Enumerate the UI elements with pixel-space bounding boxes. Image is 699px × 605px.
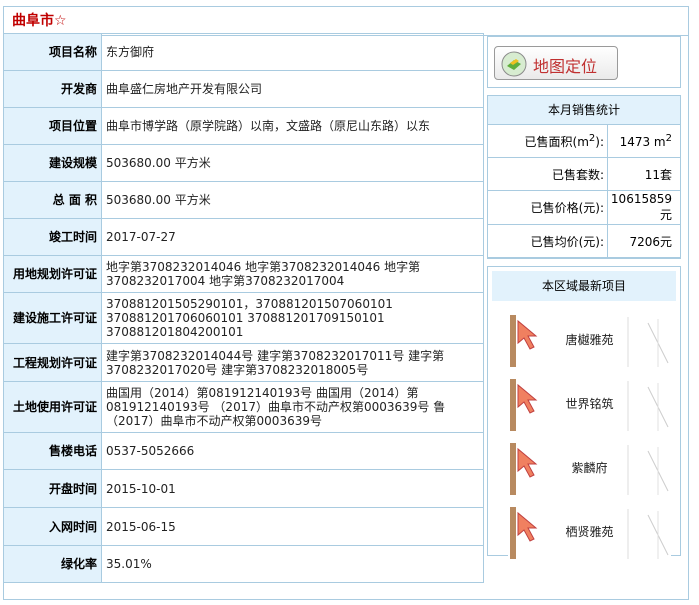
row-label: 用地规划许可证 xyxy=(3,255,102,293)
table-row: 已售套数: 11套 xyxy=(488,157,680,191)
table-row: 已售均价(元): 7206元 xyxy=(488,224,680,258)
row-label: 开发商 xyxy=(3,70,102,108)
row-value: 370881201505290101，370881201507060101 37… xyxy=(101,292,484,344)
row-value: 建字第3708232014044号 建字第3708232017011号 建字第3… xyxy=(101,343,484,382)
sold-area-value: 1473 m xyxy=(619,135,666,149)
row-label: 建设施工许可证 xyxy=(3,292,102,344)
map-location-icon xyxy=(501,51,527,77)
star-icon: ☆ xyxy=(54,13,67,29)
sup-2: 2 xyxy=(665,133,672,144)
table-row: 总 面 积 503680.00 平方米 xyxy=(3,181,484,219)
map-location-button[interactable]: 地图定位 xyxy=(494,46,618,80)
row-value: 0537-5052666 xyxy=(101,432,484,470)
table-row: 项目名称 东方御府 xyxy=(3,33,484,71)
row-label: 工程规划许可证 xyxy=(3,343,102,382)
row-label: 竣工时间 xyxy=(3,218,102,256)
row-label: 项目名称 xyxy=(3,33,102,71)
table-row: 开发商 曲阜盛仁房地产开发有限公司 xyxy=(3,70,484,108)
row-value: 地字第3708232014046 地字第3708232014046 地字第370… xyxy=(101,255,484,293)
table-row: 已售价格(元): 10615859元 xyxy=(488,190,680,225)
row-label: 总 面 积 xyxy=(3,181,102,219)
city-name: 曲阜市 xyxy=(12,13,54,29)
row-label: 开盘时间 xyxy=(3,469,102,508)
sold-price-label: 已售价格(元): xyxy=(488,190,608,225)
row-value: 曲阜盛仁房地产开发有限公司 xyxy=(101,70,484,108)
map-location-label: 地图定位 xyxy=(533,57,598,76)
latest-projects-title: 本区域最新项目 xyxy=(492,271,676,301)
avg-price-label: 已售均价(元): xyxy=(488,224,608,258)
table-row: 售楼电话 0537-5052666 xyxy=(3,432,484,470)
project-thumbnail[interactable]: 唐樾雅苑 xyxy=(508,313,671,371)
latest-projects-box: 本区域最新项目 唐樾雅苑 世界铭筑 紫麟府 栖贤雅苑 xyxy=(487,266,681,563)
sold-area-label: 已售面积(m xyxy=(524,134,589,149)
table-row: 入网时间 2015-06-15 xyxy=(3,507,484,546)
row-label: 入网时间 xyxy=(3,507,102,546)
row-value: 曲阜市博学路（原学院路）以南，文盛路（原尼山东路）以东 xyxy=(101,107,484,145)
row-value: 东方御府 xyxy=(101,33,484,71)
project-name: 世界铭筑 xyxy=(565,397,614,411)
table-row: 用地规划许可证 地字第3708232014046 地字第3708232014046… xyxy=(3,255,484,293)
row-value: 35.01% xyxy=(101,545,484,583)
table-row: 建设规模 503680.00 平方米 xyxy=(3,144,484,182)
table-row: 已售面积(m2): 1473 m2 xyxy=(488,125,680,158)
row-value: 2017-07-27 xyxy=(101,218,484,256)
table-row: 项目位置 曲阜市博学路（原学院路）以南，文盛路（原尼山东路）以东 xyxy=(3,107,484,145)
row-value: 2015-10-01 xyxy=(101,469,484,508)
monthly-sales-title: 本月销售统计 xyxy=(488,96,680,125)
project-thumbnail[interactable]: 紫麟府 xyxy=(508,441,671,499)
table-row: 绿化率 35.01% xyxy=(3,545,484,583)
row-label: 建设规模 xyxy=(3,144,102,182)
table-row: 土地使用许可证 曲国用（2014）第081912140193号 曲国用（2014）… xyxy=(3,381,484,433)
row-value: 503680.00 平方米 xyxy=(101,181,484,219)
label-end: ): xyxy=(595,134,604,149)
sold-count-value: 11套 xyxy=(607,157,680,191)
monthly-sales-box: 本月销售统计 已售面积(m2): 1473 m2 已售套数: 11套 已售价格(… xyxy=(487,95,681,259)
sold-price-value: 10615859元 xyxy=(607,190,680,225)
project-thumbnail[interactable]: 栖贤雅苑 xyxy=(508,505,671,563)
table-row: 工程规划许可证 建字第3708232014044号 建字第370823201701… xyxy=(3,343,484,382)
project-name: 栖贤雅苑 xyxy=(565,525,614,539)
table-row: 建设施工许可证 370881201505290101，37088120150706… xyxy=(3,292,484,344)
table-row: 竣工时间 2017-07-27 xyxy=(3,218,484,256)
sales-table: 已售面积(m2): 1473 m2 已售套数: 11套 已售价格(元): 106… xyxy=(488,125,680,258)
row-label: 绿化率 xyxy=(3,545,102,583)
row-value: 503680.00 平方米 xyxy=(101,144,484,182)
row-value: 2015-06-15 xyxy=(101,507,484,546)
project-info-table: 项目名称 东方御府 开发商 曲阜盛仁房地产开发有限公司 项目位置 曲阜市博学路（原学院… xyxy=(3,33,484,583)
project-thumbnail[interactable]: 世界铭筑 xyxy=(508,377,671,435)
project-name: 唐樾雅苑 xyxy=(565,333,614,347)
avg-price-value: 7206元 xyxy=(607,224,680,258)
sales-label: 已售面积(m2): xyxy=(488,125,608,158)
sold-count-label: 已售套数: xyxy=(488,157,608,191)
row-label: 售楼电话 xyxy=(3,432,102,470)
row-label: 土地使用许可证 xyxy=(3,381,102,433)
project-name: 紫麟府 xyxy=(571,461,608,475)
city-title: 曲阜市☆ xyxy=(4,7,688,36)
row-label: 项目位置 xyxy=(3,107,102,145)
table-row: 开盘时间 2015-10-01 xyxy=(3,469,484,508)
sales-value: 1473 m2 xyxy=(607,125,680,158)
row-value: 曲国用（2014）第081912140193号 曲国用（2014）第081912… xyxy=(101,381,484,433)
map-box: 地图定位 xyxy=(487,36,681,88)
